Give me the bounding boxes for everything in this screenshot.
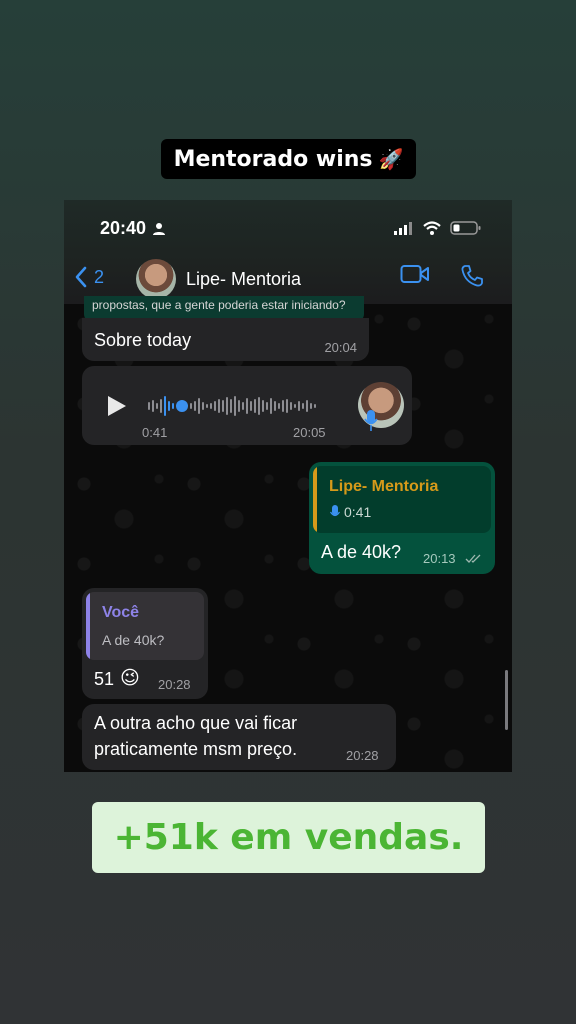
- microphone-icon: [364, 410, 378, 431]
- status-icons: [394, 220, 482, 236]
- person-icon: [153, 222, 166, 235]
- quoted-message[interactable]: Lipe- Mentoria 0:41: [313, 466, 491, 533]
- message-text-line-1: A outra acho que vai ficar: [94, 713, 298, 733]
- rocket-emoji: 🚀: [378, 147, 404, 171]
- chevron-left-icon: [75, 266, 87, 288]
- sales-banner: +51k em vendas.: [92, 802, 485, 873]
- voice-message-bubble[interactable]: 0:41 20:05: [82, 366, 412, 445]
- wifi-icon: [423, 221, 441, 235]
- message-text: A de 40k?: [321, 542, 402, 562]
- signal-icon: [394, 222, 412, 235]
- sales-banner-text: +51k em vendas.: [113, 817, 464, 858]
- play-icon[interactable]: [106, 394, 128, 418]
- video-call-icon[interactable]: [400, 264, 430, 284]
- phone-call-icon[interactable]: [460, 264, 484, 288]
- quote-text: A de 40k?: [102, 632, 165, 648]
- message-bubble-incoming[interactable]: A outra acho que vai ficar praticamente …: [82, 704, 396, 770]
- call-actions: [400, 264, 484, 288]
- message-time: 20:05: [293, 425, 326, 440]
- quote-bar: [313, 466, 317, 533]
- microphone-icon: [330, 505, 340, 517]
- status-time: 20:40: [100, 218, 166, 239]
- contact-name[interactable]: Lipe- Mentoria: [186, 269, 301, 290]
- message-text-line-2: praticamente msm preço.: [94, 739, 298, 759]
- message-bubble-incoming[interactable]: Sobre today 20:04: [82, 318, 369, 361]
- chat-screenshot: 20:40 2 Lipe- Mentoria propostas, que a …: [64, 200, 512, 772]
- story-title-text: Mentorado wins: [173, 146, 373, 172]
- message-bubble-outgoing[interactable]: Lipe- Mentoria 0:41 A de 40k? 20:13: [309, 462, 495, 574]
- quote-author: Lipe- Mentoria: [329, 478, 439, 495]
- status-time-text: 20:40: [100, 218, 147, 238]
- message-text: Sobre today: [94, 330, 192, 350]
- quoted-message[interactable]: Você A de 40k?: [86, 592, 204, 660]
- double-check-icon: [465, 554, 481, 563]
- message-time: 20:13: [423, 551, 456, 566]
- quote-author: Você: [102, 604, 140, 621]
- quote-bar: [86, 592, 90, 660]
- chat-header: 20:40 2 Lipe- Mentoria: [64, 200, 512, 304]
- back-button[interactable]: 2: [74, 266, 104, 288]
- quote-duration: 0:41: [344, 504, 372, 520]
- message-time: 20:28: [346, 748, 379, 763]
- message-time: 20:04: [324, 340, 357, 355]
- battery-icon: [450, 221, 481, 235]
- message-text: 51: [94, 669, 115, 689]
- message-bubble-incoming[interactable]: Você A de 40k? 51 😉 20:28: [82, 588, 208, 699]
- message-time: 20:28: [158, 677, 191, 692]
- back-count: 2: [94, 266, 105, 287]
- story-title: Mentorado wins 🚀: [161, 139, 416, 179]
- voice-duration: 0:41: [142, 425, 168, 440]
- chat-scrollbar[interactable]: [505, 670, 508, 730]
- contact-avatar[interactable]: [136, 259, 176, 299]
- previous-message-text: propostas, que a gente poderia estar ini…: [92, 298, 346, 312]
- voice-waveform[interactable]: [148, 396, 316, 416]
- wink-emoji: 😉: [120, 668, 140, 689]
